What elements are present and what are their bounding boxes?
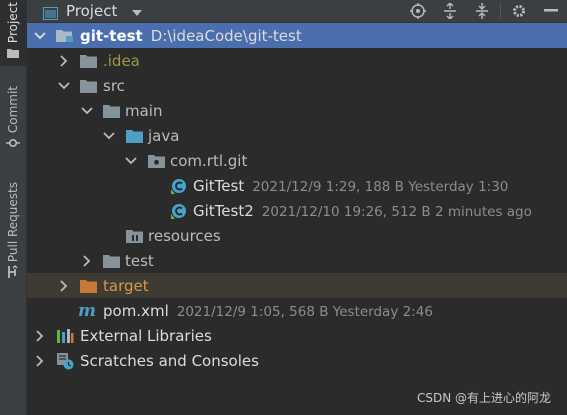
- java-class-icon: [170, 203, 188, 219]
- project-panel-header: Project: [27, 0, 567, 23]
- expand-all-icon[interactable]: [434, 0, 466, 22]
- node-label: Scratches and Consoles: [80, 351, 259, 370]
- folder-label: src: [103, 76, 125, 95]
- toolbar-separator: [500, 3, 501, 19]
- header-toolbar: [402, 0, 567, 22]
- project-tool-tab[interactable]: Project: [0, 0, 26, 66]
- collapse-all-icon[interactable]: [466, 0, 498, 22]
- java-class-icon: [170, 178, 188, 194]
- file-meta: 2021/12/10 19:26, 512 B 2 minutes ago: [261, 203, 532, 220]
- tree-row-java[interactable]: java: [27, 123, 567, 148]
- folder-icon: [0, 43, 26, 63]
- view-dropdown-icon[interactable]: [131, 2, 143, 21]
- gear-icon[interactable]: [503, 0, 535, 22]
- module-folder-icon: [56, 28, 74, 44]
- tree-row-pom[interactable]: m pom.xml 2021/12/9 1:05, 568 B Yesterday…: [27, 298, 567, 323]
- tree-row-resources[interactable]: resources: [27, 223, 567, 248]
- file-name: pom.xml: [103, 301, 169, 320]
- watermark: CSDN @有上进心的阿龙: [416, 391, 551, 405]
- folder-label: main: [125, 101, 163, 120]
- chevron-down-icon[interactable]: [124, 154, 138, 168]
- panel-title[interactable]: Project: [66, 2, 117, 20]
- tree-row-external-libraries[interactable]: External Libraries: [27, 323, 567, 348]
- pull-requests-tool-tab[interactable]: Pull Requests: [0, 182, 26, 292]
- root-name: git-test: [80, 26, 143, 45]
- scratches-icon: [56, 352, 74, 369]
- tree-row-test[interactable]: test: [27, 248, 567, 273]
- folder-label: java: [148, 126, 180, 145]
- folder-label: target: [103, 276, 149, 295]
- project-tree: git-test D:\ideaCode\git-test .idea src m…: [27, 23, 567, 415]
- file-name: GitTest2: [193, 201, 254, 220]
- file-name: GitTest: [193, 176, 245, 195]
- root-path: D:\ideaCode\git-test: [150, 26, 302, 45]
- commit-icon: [0, 133, 26, 153]
- excluded-folder-icon: [79, 278, 97, 294]
- package-label: com.rtl.git: [170, 151, 248, 170]
- tree-row-main[interactable]: main: [27, 98, 567, 123]
- chevron-down-icon[interactable]: [57, 79, 71, 93]
- folder-icon: [102, 103, 120, 119]
- folder-icon: [79, 53, 97, 69]
- chevron-right-icon[interactable]: [80, 254, 94, 268]
- package-icon: [147, 153, 165, 169]
- chevron-right-icon[interactable]: [33, 329, 47, 343]
- chevron-down-icon[interactable]: [33, 29, 47, 43]
- tree-row-scratches[interactable]: Scratches and Consoles: [27, 348, 567, 373]
- tree-row-package[interactable]: com.rtl.git: [27, 148, 567, 173]
- tool-window-strip: Project Commit Pull Requests: [0, 0, 27, 415]
- folder-label: test: [125, 251, 154, 270]
- resources-folder-icon: [125, 228, 143, 244]
- folder-icon: [79, 78, 97, 94]
- tree-row-idea[interactable]: .idea: [27, 48, 567, 73]
- pull-requests-tab-label: Pull Requests: [6, 182, 20, 263]
- tree-row-root[interactable]: git-test D:\ideaCode\git-test: [27, 23, 567, 48]
- tree-row-target[interactable]: target: [27, 273, 567, 298]
- project-view-icon: [43, 5, 58, 20]
- chevron-right-icon[interactable]: [57, 279, 71, 293]
- chevron-down-icon[interactable]: [102, 129, 116, 143]
- commit-tool-tab[interactable]: Commit: [0, 86, 26, 166]
- chevron-right-icon[interactable]: [33, 354, 47, 368]
- maven-icon: m: [78, 300, 96, 321]
- file-meta: 2021/12/9 1:05, 568 B Yesterday 2:46: [176, 303, 433, 320]
- pull-request-icon: [0, 262, 26, 282]
- folder-icon: [102, 253, 120, 269]
- locate-icon[interactable]: [402, 0, 434, 22]
- chevron-down-icon[interactable]: [80, 104, 94, 118]
- file-meta: 2021/12/9 1:29, 188 B Yesterday 1:30: [252, 178, 509, 195]
- minimize-icon[interactable]: [535, 0, 567, 22]
- chevron-right-icon[interactable]: [57, 54, 71, 68]
- node-label: External Libraries: [80, 326, 212, 345]
- tree-row-src[interactable]: src: [27, 73, 567, 98]
- source-folder-icon: [125, 128, 143, 144]
- project-tab-label: Project: [6, 2, 20, 44]
- tree-row-file[interactable]: GitTest 2021/12/9 1:29, 188 B Yesterday 1…: [27, 173, 567, 198]
- folder-label: .idea: [103, 51, 140, 70]
- folder-label: resources: [148, 226, 221, 245]
- library-icon: [56, 328, 74, 344]
- tree-row-file[interactable]: GitTest2 2021/12/10 19:26, 512 B 2 minute…: [27, 198, 567, 223]
- commit-tab-label: Commit: [6, 86, 20, 134]
